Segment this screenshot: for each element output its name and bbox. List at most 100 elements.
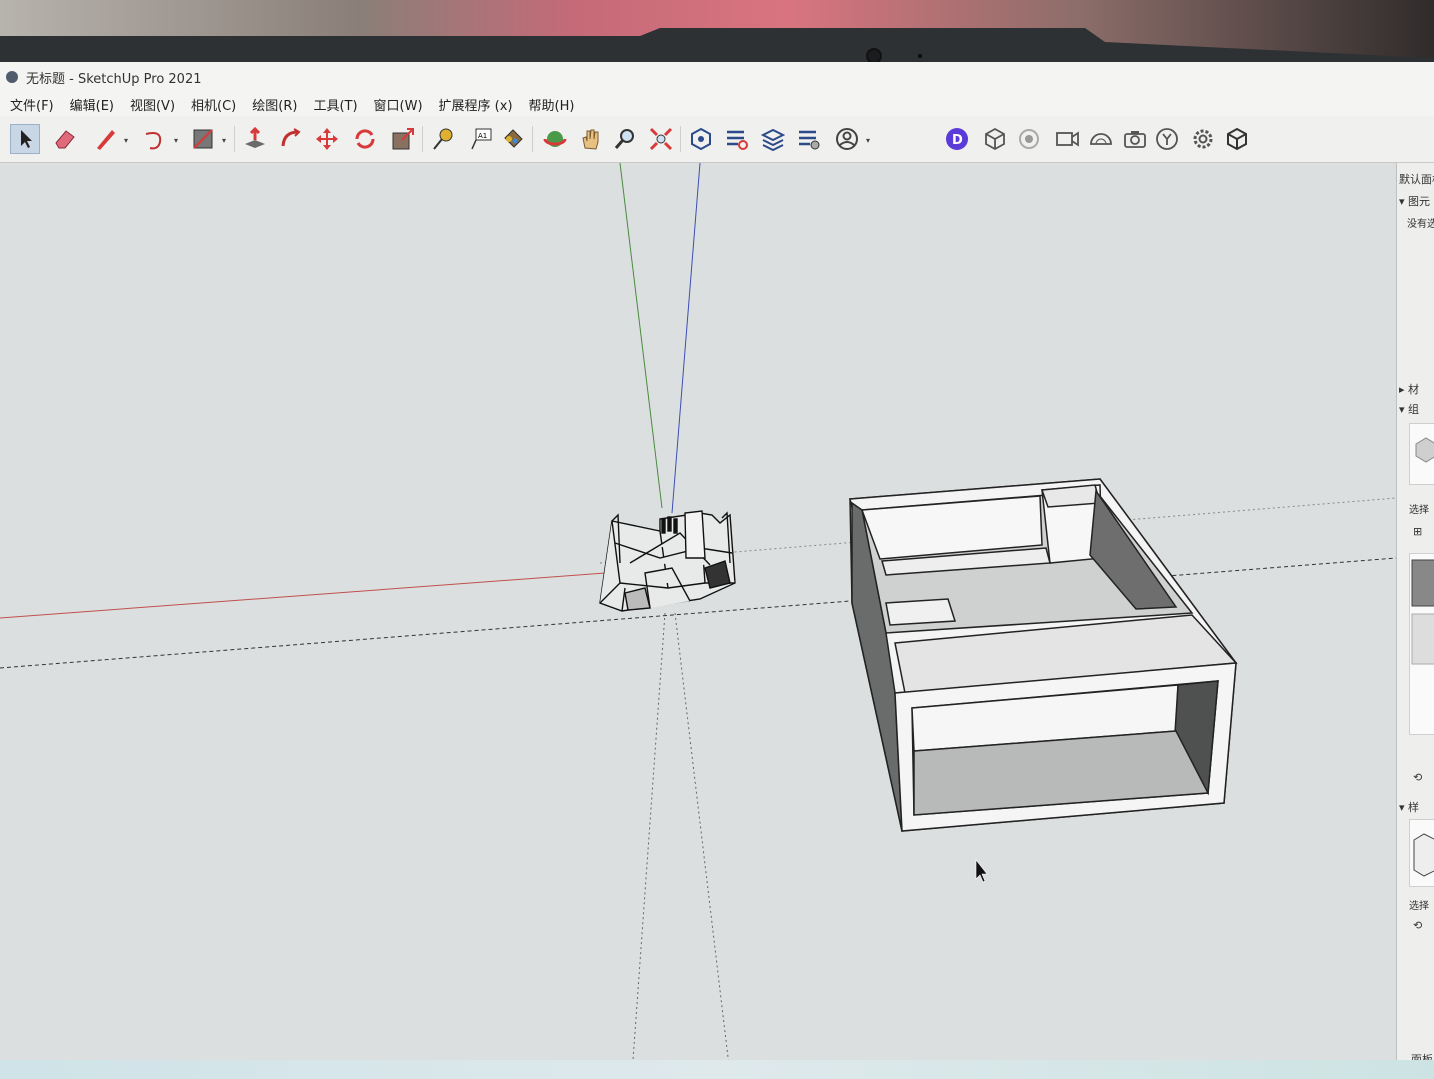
dome-button[interactable]	[1086, 124, 1116, 154]
menu-draw[interactable]: 绘图(R)	[244, 95, 305, 114]
push-pull-tool-button[interactable]	[240, 124, 270, 154]
text-tool-button[interactable]: A1	[466, 124, 496, 154]
rotate-target-button[interactable]	[1014, 124, 1044, 154]
pencil-line-icon	[97, 130, 115, 150]
component-list[interactable]	[1409, 553, 1434, 735]
menu-tools[interactable]: 工具(T)	[305, 95, 365, 114]
toolbar-divider	[234, 126, 235, 152]
components-back-icon[interactable]: ⟲	[1413, 771, 1422, 784]
rectangle-tool-button[interactable]	[188, 124, 218, 154]
export-box-button[interactable]	[1222, 124, 1252, 154]
tray-header: 默认面板	[1399, 173, 1434, 186]
paint-bucket-tool-button[interactable]	[498, 124, 528, 154]
scale-icon	[392, 128, 414, 150]
os-taskbar	[0, 1060, 1434, 1079]
settings-gear-icon	[1193, 129, 1213, 149]
extension-warehouse-icon	[727, 130, 748, 150]
extension-warehouse-tool-button[interactable]	[722, 124, 752, 154]
scene-canvas	[0, 163, 1396, 1074]
styles-select-label: 选择	[1409, 901, 1429, 912]
chevron-down-icon[interactable]: ▾	[124, 136, 132, 145]
d5-render-icon: D	[946, 128, 968, 150]
toolbar-divider	[532, 126, 533, 152]
video-camera-button[interactable]	[1052, 124, 1082, 154]
chevron-down-icon[interactable]: ▾	[174, 136, 182, 145]
menu-help[interactable]: 帮助(H)	[521, 95, 583, 114]
zoom-extents-icon	[649, 127, 673, 151]
styles-back-icon[interactable]: ⟲	[1413, 919, 1422, 932]
rectangle-icon	[193, 129, 213, 149]
eraser-icon	[55, 130, 75, 149]
tray-section-styles-label: 样	[1408, 801, 1420, 814]
text-icon: A1	[471, 128, 492, 150]
tray-section-components[interactable]: ▾ 组	[1399, 401, 1419, 417]
component-preview	[1409, 423, 1434, 485]
component-thumbnails	[1411, 559, 1434, 665]
push-pull-icon	[245, 126, 265, 148]
rotate-target-icon	[1019, 129, 1039, 149]
chevron-down-icon[interactable]: ▾	[222, 136, 230, 145]
tape-measure-tool-button[interactable]	[428, 124, 458, 154]
tray-section-materials-label: 材	[1408, 383, 1420, 396]
webcam-indicator	[918, 54, 922, 58]
camera-button[interactable]	[1120, 124, 1150, 154]
eraser-tool-button[interactable]	[50, 124, 80, 154]
follow-me-tool-button[interactable]	[276, 124, 306, 154]
component-box-button[interactable]	[980, 124, 1010, 154]
toolbar-divider	[680, 126, 681, 152]
menu-bar: 文件(F) 编辑(E) 视图(V) 相机(C) 绘图(R) 工具(T) 窗口(W…	[0, 92, 1434, 116]
tray-section-entity-info[interactable]: ▾ 图元	[1399, 193, 1430, 209]
main-toolbar: ▾ ▾ ▾ A1 ▾ D	[0, 116, 1434, 163]
extension-manager-tool-button[interactable]	[794, 124, 824, 154]
d5-render-button[interactable]: D	[942, 124, 972, 154]
drawing-viewport[interactable]	[0, 163, 1396, 1074]
arc-tool-button[interactable]	[140, 124, 170, 154]
component-thumb-icon	[1415, 437, 1434, 463]
export-box-icon	[1227, 127, 1247, 151]
scale-tool-button[interactable]	[388, 124, 418, 154]
zoom-extents-tool-button[interactable]	[646, 124, 676, 154]
menu-window[interactable]: 窗口(W)	[366, 95, 431, 114]
tray-section-styles[interactable]: ▾ 样	[1399, 799, 1419, 815]
title-bar: 无标题 - SketchUp Pro 2021	[0, 62, 1434, 92]
warehouse-tool-button[interactable]	[686, 124, 716, 154]
menu-view[interactable]: 视图(V)	[122, 95, 183, 114]
move-tool-button[interactable]	[312, 124, 342, 154]
tray-section-entity-label: 图元	[1408, 195, 1431, 208]
select-tool-button[interactable]	[10, 124, 40, 154]
pencil-tool-button[interactable]	[90, 124, 120, 154]
layout-tool-button[interactable]	[758, 124, 788, 154]
profile-tool-button[interactable]	[832, 124, 862, 154]
paint-bucket-icon	[504, 129, 523, 148]
pan-tool-button[interactable]	[576, 124, 606, 154]
style-preview	[1409, 819, 1434, 887]
menu-edit[interactable]: 编辑(E)	[62, 95, 122, 114]
y-axis-icon	[1156, 128, 1178, 150]
profile-icon	[836, 128, 858, 150]
entity-empty-text: 没有选	[1407, 219, 1434, 230]
components-select-label: 选择	[1409, 505, 1429, 516]
select-icon	[21, 130, 32, 148]
tape-measure-icon	[433, 128, 453, 150]
component-filter-icon[interactable]: ⊞	[1413, 525, 1422, 538]
move-icon	[316, 128, 338, 150]
sketchup-logo-icon	[6, 71, 18, 83]
tray-section-materials[interactable]: ▸ 材	[1399, 381, 1419, 397]
menu-extensions[interactable]: 扩展程序 (x)	[431, 95, 521, 114]
toolbar-divider	[422, 126, 423, 152]
menu-camera[interactable]: 相机(C)	[183, 95, 244, 114]
camera-icon	[1124, 131, 1146, 148]
orbit-tool-button[interactable]	[540, 124, 570, 154]
follow-me-icon	[281, 128, 301, 147]
orbit-icon	[543, 131, 567, 147]
chevron-down-icon[interactable]: ▾	[866, 136, 874, 145]
settings-gear-button[interactable]	[1188, 124, 1218, 154]
d5-badge-label: D	[952, 133, 963, 148]
tray-section-components-label: 组	[1408, 403, 1420, 416]
zoom-tool-button[interactable]	[610, 124, 640, 154]
arc-icon	[145, 132, 162, 150]
window-title: 无标题 - SketchUp Pro 2021	[26, 71, 202, 87]
rotate-tool-button[interactable]	[350, 124, 380, 154]
y-axis-button[interactable]	[1152, 124, 1182, 154]
menu-file[interactable]: 文件(F)	[0, 95, 62, 114]
